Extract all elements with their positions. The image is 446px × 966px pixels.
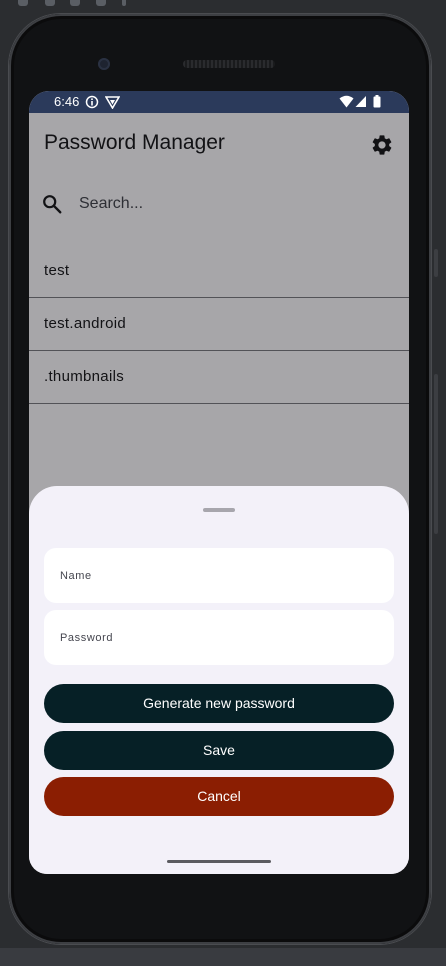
earpiece-speaker bbox=[183, 60, 275, 68]
info-icon bbox=[85, 95, 99, 109]
signal-icon bbox=[355, 96, 366, 107]
ide-status-bar bbox=[0, 948, 446, 966]
password-field bbox=[44, 610, 394, 665]
bottom-sheet: Generate new password Save Cancel bbox=[29, 486, 409, 874]
generate-password-button[interactable]: Generate new password bbox=[44, 684, 394, 723]
vpn-icon bbox=[105, 96, 120, 109]
name-input[interactable] bbox=[60, 548, 380, 603]
battery-icon bbox=[373, 95, 381, 108]
side-button bbox=[434, 374, 438, 534]
ide-toolbar bbox=[0, 0, 446, 12]
status-time: 6:46 bbox=[54, 94, 80, 109]
toolbar-icon[interactable] bbox=[122, 0, 126, 6]
toolbar-icon[interactable] bbox=[96, 0, 106, 6]
password-input[interactable] bbox=[60, 610, 380, 665]
volume-button bbox=[434, 249, 438, 277]
status-bar: 6:46 bbox=[29, 91, 409, 113]
gesture-nav-bar[interactable] bbox=[167, 860, 271, 863]
cancel-button[interactable]: Cancel bbox=[44, 777, 394, 816]
toolbar-icon[interactable] bbox=[70, 0, 80, 6]
toolbar-icon[interactable] bbox=[18, 0, 28, 6]
toolbar-icon[interactable] bbox=[45, 0, 55, 6]
name-field bbox=[44, 548, 394, 603]
wifi-icon bbox=[339, 95, 354, 108]
save-button[interactable]: Save bbox=[44, 731, 394, 770]
front-camera bbox=[98, 58, 110, 70]
device-screen: 6:46 Password Manager Search... test tes… bbox=[29, 91, 409, 874]
drag-handle[interactable] bbox=[203, 508, 235, 512]
